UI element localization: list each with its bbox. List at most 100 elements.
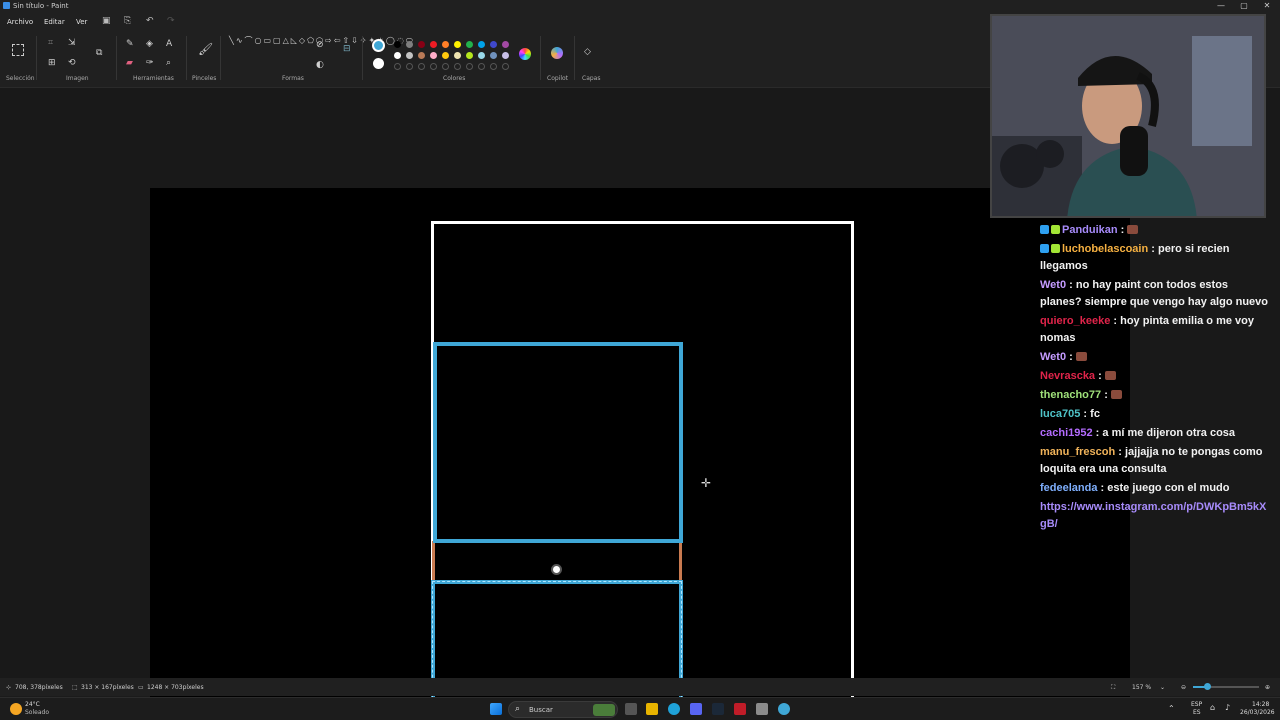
magnifier-icon[interactable]: ⌕ [166, 58, 171, 68]
palette-color-swatch[interactable] [430, 41, 437, 48]
palette-color-swatch[interactable] [466, 52, 473, 59]
chat-username[interactable]: quiero_keeke [1040, 315, 1110, 327]
palette-color-swatch[interactable] [490, 41, 497, 48]
outline-icon[interactable]: ⊘ [316, 40, 324, 50]
palette-color-swatch[interactable] [466, 41, 473, 48]
custom-color-slot[interactable] [490, 63, 497, 70]
custom-color-slot[interactable] [442, 63, 449, 70]
text-icon[interactable]: A [166, 39, 172, 49]
chat-username[interactable]: Nevrascka [1040, 370, 1095, 382]
image-effects-icon[interactable]: ⊞ [48, 58, 56, 68]
palette-color-swatch[interactable] [442, 52, 449, 59]
custom-color-slot[interactable] [418, 63, 425, 70]
app-icon[interactable] [734, 703, 746, 715]
edge-icon[interactable] [668, 703, 680, 715]
palette-color-swatch[interactable] [430, 52, 437, 59]
eraser-icon[interactable]: ▰ [126, 58, 133, 68]
fit-to-window-icon[interactable]: ⛶ [1111, 684, 1115, 692]
copilot-icon[interactable] [551, 47, 563, 59]
palette-color-swatch[interactable] [442, 41, 449, 48]
palette-color-swatch[interactable] [394, 52, 401, 59]
drawing-canvas[interactable]: ✛ [150, 188, 1130, 720]
maximize-button[interactable]: ▢ [1233, 0, 1255, 12]
volume-icon[interactable]: ♪ [1225, 703, 1230, 712]
primary-color-swatch[interactable] [372, 39, 385, 52]
tray-chevron-icon[interactable]: ⌃ [1168, 704, 1175, 713]
zoom-in-icon[interactable]: ⊕ [1265, 684, 1270, 691]
zoom-slider[interactable] [1193, 683, 1259, 690]
share-icon[interactable]: ⎘ [124, 16, 131, 26]
pencil-icon[interactable]: ✎ [126, 39, 134, 49]
brush-icon[interactable]: 🖌 [198, 43, 213, 55]
discord-icon[interactable] [690, 703, 702, 715]
chat-username[interactable]: luca705 [1040, 408, 1080, 420]
close-button[interactable]: ✕ [1256, 0, 1278, 12]
zoom-out-icon[interactable]: ⊖ [1181, 684, 1186, 691]
chat-username[interactable]: fedeelanda [1040, 482, 1097, 494]
file-explorer-icon[interactable] [646, 703, 658, 715]
fill-shape-icon[interactable]: ◐ [316, 60, 324, 70]
zoom-level[interactable]: 157 % [1132, 684, 1151, 691]
palette-color-swatch[interactable] [454, 41, 461, 48]
custom-color-slot[interactable] [406, 63, 413, 70]
palette-color-swatch[interactable] [478, 41, 485, 48]
redo-icon[interactable]: ↷ [167, 16, 175, 26]
chat-username[interactable]: Panduikan [1062, 224, 1118, 236]
edit-colors-icon[interactable] [519, 48, 531, 60]
zoom-slider-thumb[interactable] [1204, 683, 1211, 690]
shapes-gallery[interactable]: ╲∿⌒○▭▢△◺◇⬠⬡⇨⇦⇧⇩✧✦✶◯◌⬭ [229, 36, 413, 46]
shape-options-icon[interactable]: ⊟ [343, 44, 351, 54]
chat-username[interactable]: luchobelascoain [1062, 243, 1148, 255]
image-select-icon[interactable]: ⧉ [96, 48, 102, 58]
palette-color-swatch[interactable] [406, 41, 413, 48]
task-view-icon[interactable] [625, 703, 637, 715]
language-code[interactable]: ESP [1191, 701, 1202, 708]
chat-username[interactable]: cachi1952 [1040, 427, 1093, 439]
language-layout[interactable]: ES [1193, 709, 1201, 716]
palette-color-swatch[interactable] [502, 41, 509, 48]
minimize-button[interactable]: — [1210, 0, 1232, 12]
app-icon[interactable] [756, 703, 768, 715]
palette-color-swatch[interactable] [394, 41, 401, 48]
menu-archivo[interactable]: Archivo [7, 18, 33, 26]
zoom-dropdown-icon[interactable]: ⌄ [1160, 684, 1165, 691]
undo-icon[interactable]: ↶ [146, 16, 154, 26]
fill-icon[interactable]: ◈ [146, 39, 153, 49]
custom-color-slot[interactable] [430, 63, 437, 70]
rotate-handle[interactable] [551, 564, 562, 575]
chat-username[interactable]: manu_frescoh [1040, 446, 1115, 458]
clock-time[interactable]: 14:28 [1252, 701, 1269, 708]
custom-color-slot[interactable] [394, 63, 401, 70]
secondary-color-swatch[interactable] [373, 58, 384, 69]
steam-icon[interactable] [712, 703, 724, 715]
custom-color-slot[interactable] [466, 63, 473, 70]
save-icon[interactable]: ▣ [102, 16, 111, 26]
color-picker-icon[interactable]: ✑ [146, 58, 154, 68]
palette-color-swatch[interactable] [418, 52, 425, 59]
paint-taskbar-icon[interactable] [778, 703, 790, 715]
palette-color-swatch[interactable] [478, 52, 485, 59]
selection-tool-icon[interactable] [12, 44, 24, 56]
palette-color-swatch[interactable] [502, 52, 509, 59]
custom-color-slot[interactable] [454, 63, 461, 70]
start-icon[interactable] [490, 703, 502, 715]
palette-color-swatch[interactable] [490, 52, 497, 59]
palette-color-swatch[interactable] [406, 52, 413, 59]
resize-icon[interactable]: ⇲ [68, 38, 76, 48]
network-icon[interactable]: ⌂ [1210, 703, 1215, 712]
menu-ver[interactable]: Ver [76, 18, 87, 26]
chat-link[interactable]: https://www.instagram.com/p/DWKpBm5kXgB/ [1040, 499, 1270, 533]
chat-username[interactable]: Wet0 [1040, 279, 1066, 291]
clock-date[interactable]: 26/03/2026 [1240, 709, 1275, 716]
layers-icon[interactable]: ◇ [584, 47, 591, 57]
custom-color-slot[interactable] [478, 63, 485, 70]
rotate-icon[interactable]: ⟲ [68, 58, 76, 68]
palette-color-swatch[interactable] [418, 41, 425, 48]
chat-username[interactable]: thenacho77 [1040, 389, 1101, 401]
weather-sun-icon[interactable] [10, 703, 22, 715]
chat-username[interactable]: Wet0 [1040, 351, 1066, 363]
taskbar-search[interactable]: ⌕ Buscar [508, 701, 618, 718]
custom-color-slot[interactable] [502, 63, 509, 70]
menu-editar[interactable]: Editar [44, 18, 65, 26]
crop-icon[interactable]: ⌗ [48, 38, 53, 48]
